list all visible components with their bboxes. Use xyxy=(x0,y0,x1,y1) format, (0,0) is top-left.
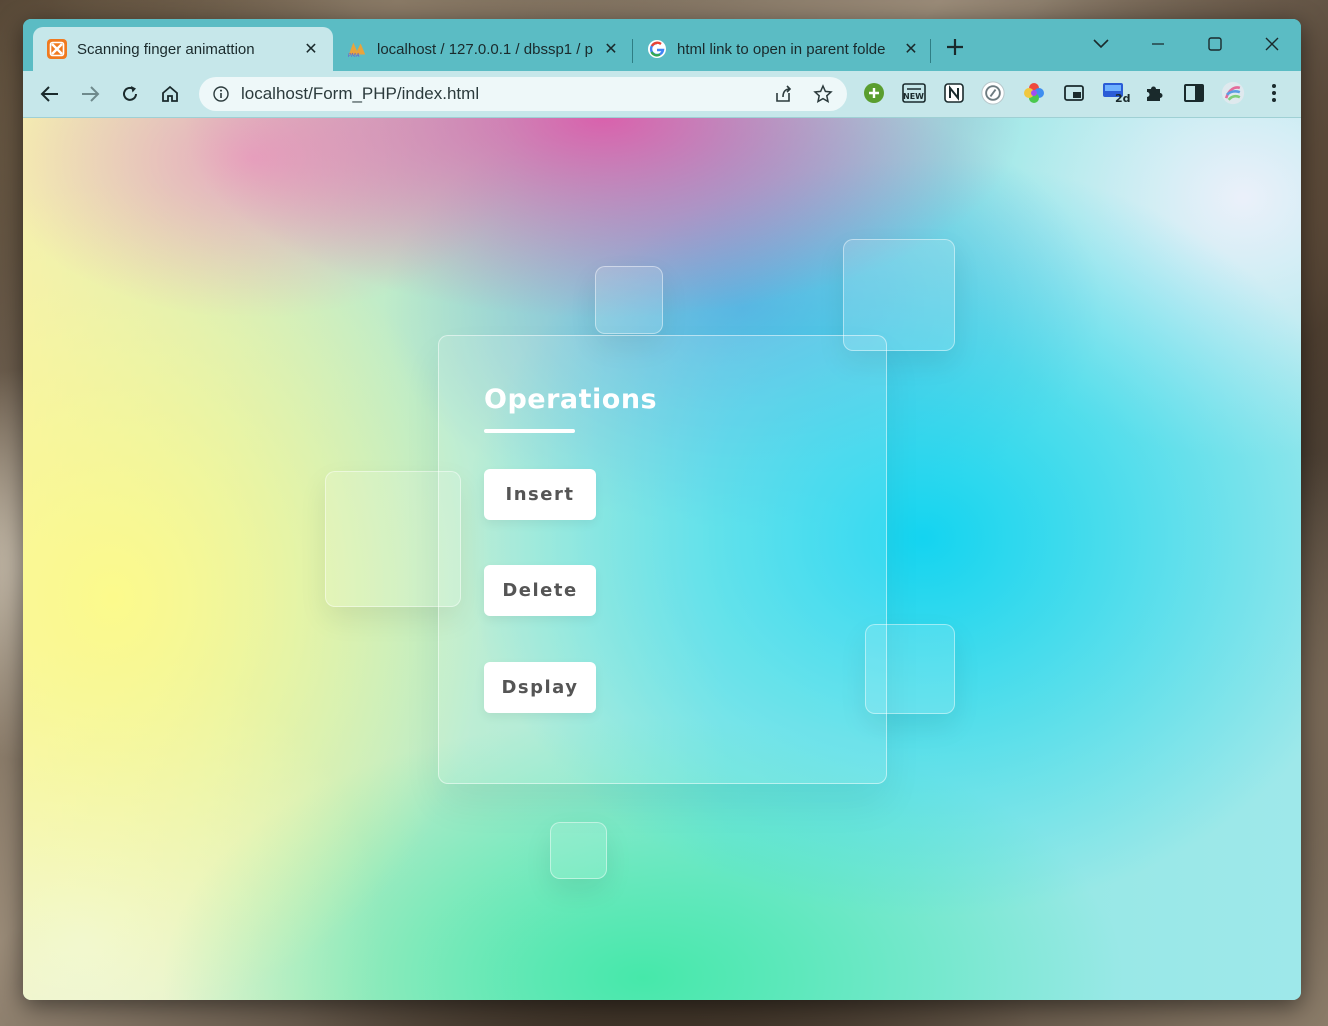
back-arrow-icon xyxy=(40,86,58,102)
xampp-icon xyxy=(47,39,67,59)
profile-avatar[interactable] xyxy=(1221,81,1245,105)
browser-toolbar: localhost/Form_PHP/index.html NEW 2d xyxy=(23,71,1301,118)
bookmark-star-icon[interactable] xyxy=(813,84,833,109)
insert-button[interactable]: Insert xyxy=(484,469,596,520)
close-icon xyxy=(1265,37,1279,51)
home-icon xyxy=(162,85,178,102)
forward-arrow-icon xyxy=(82,86,100,102)
tab-strip: Scanning finger animattion ✕ PMA localho… xyxy=(23,19,1301,71)
display-button[interactable]: Dsplay xyxy=(484,662,596,713)
back-button[interactable] xyxy=(35,79,65,109)
maximize-icon xyxy=(1208,37,1222,51)
extension-badge: 2d xyxy=(1115,92,1131,105)
side-panel-icon[interactable] xyxy=(1182,81,1206,105)
picture-in-picture-icon[interactable] xyxy=(1062,81,1086,105)
reload-icon xyxy=(123,86,137,101)
menu-kebab-icon[interactable] xyxy=(1262,81,1286,105)
extension-new-icon[interactable]: NEW xyxy=(902,81,926,105)
decorative-square xyxy=(595,266,663,334)
operations-heading: Operations xyxy=(484,384,658,415)
decorative-square xyxy=(550,822,607,879)
extension-circle-icon[interactable] xyxy=(981,81,1005,105)
url-text[interactable]: localhost/Form_PHP/index.html xyxy=(241,84,479,104)
google-icon xyxy=(647,39,667,59)
tab-title: localhost / 127.0.0.1 / dbssp1 / p xyxy=(377,40,593,58)
minimize-icon xyxy=(1152,43,1164,45)
forward-button[interactable] xyxy=(75,79,105,109)
extensions-puzzle-icon[interactable] xyxy=(1142,81,1166,105)
chevron-down-icon xyxy=(1093,39,1109,49)
tab-title: html link to open in parent folde xyxy=(677,40,886,58)
minimize-button[interactable] xyxy=(1143,29,1173,59)
address-bar[interactable]: localhost/Form_PHP/index.html xyxy=(199,77,847,111)
share-icon[interactable] xyxy=(773,84,793,109)
close-tab-icon[interactable]: ✕ xyxy=(303,39,319,59)
heading-underline xyxy=(484,429,575,433)
notion-icon[interactable] xyxy=(942,81,966,105)
tab-phpmyadmin[interactable]: PMA localhost / 127.0.0.1 / dbssp1 / p ✕ xyxy=(333,27,633,71)
color-picker-icon[interactable] xyxy=(1022,81,1046,105)
tab-divider xyxy=(930,39,931,63)
maximize-button[interactable] xyxy=(1200,29,1230,59)
extension-plus-icon[interactable] xyxy=(862,81,886,105)
new-tab-button[interactable] xyxy=(945,37,965,62)
tab-active[interactable]: Scanning finger animattion ✕ xyxy=(33,27,333,71)
info-icon[interactable] xyxy=(213,86,229,102)
new-badge: NEW xyxy=(903,92,924,101)
plus-icon xyxy=(947,39,963,55)
close-window-button[interactable] xyxy=(1257,29,1287,59)
tab-google[interactable]: html link to open in parent folde ✕ xyxy=(633,27,933,71)
page-viewport: Operations Insert Delete Dsplay xyxy=(23,118,1301,1000)
close-tab-icon[interactable]: ✕ xyxy=(603,39,619,59)
2d-extension-icon[interactable]: 2d xyxy=(1102,81,1131,105)
tab-search-button[interactable] xyxy=(1086,29,1116,59)
reload-button[interactable] xyxy=(115,79,145,109)
delete-button[interactable]: Delete xyxy=(484,565,596,616)
tab-title: Scanning finger animattion xyxy=(77,40,255,58)
svg-text:PMA: PMA xyxy=(348,53,360,59)
close-tab-icon[interactable]: ✕ xyxy=(903,39,919,59)
home-button[interactable] xyxy=(155,79,185,109)
browser-window: Scanning finger animattion ✕ PMA localho… xyxy=(23,19,1301,1000)
operations-card: Operations Insert Delete Dsplay xyxy=(438,335,887,784)
phpmyadmin-icon: PMA xyxy=(347,39,367,59)
